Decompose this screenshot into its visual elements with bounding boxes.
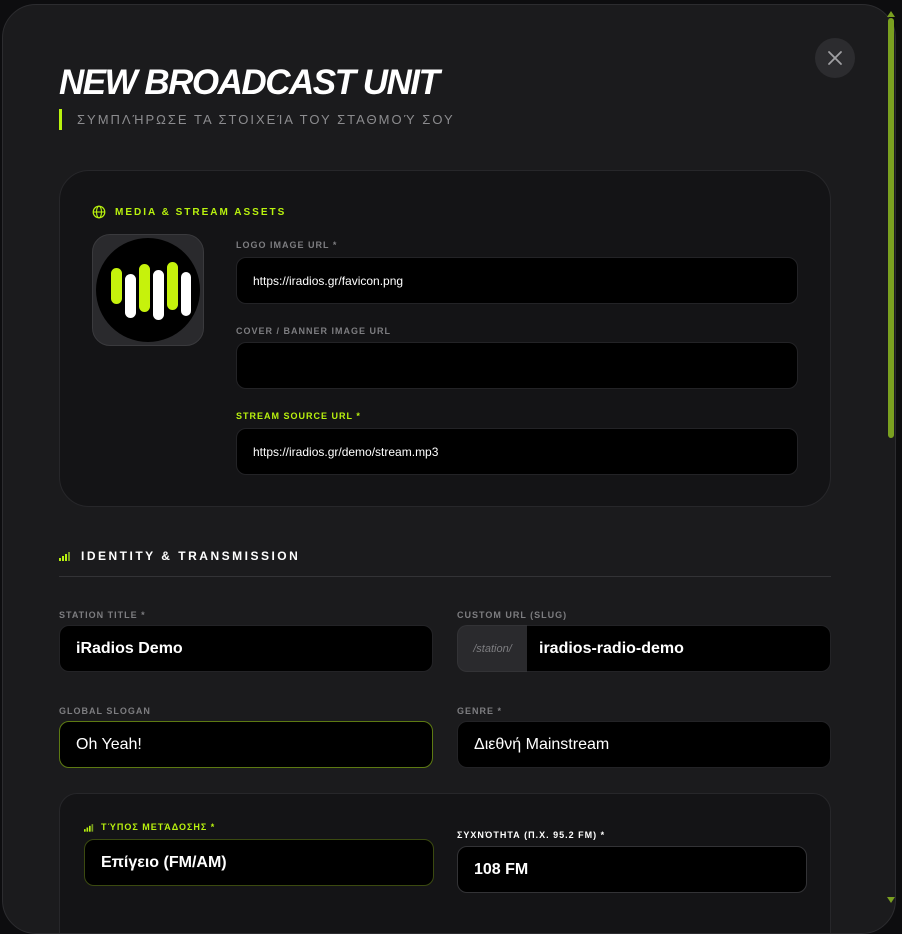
media-section-title: MEDIA & STREAM ASSETS — [115, 206, 287, 218]
transmission-type-label: ΤΎΠΟΣ ΜΕΤΆΔΟΣΗΣ * — [101, 822, 216, 832]
cover-url-input[interactable] — [236, 342, 798, 389]
slug-input[interactable]: iradios-radio-demo — [527, 625, 831, 672]
scroll-up-arrow[interactable] — [886, 10, 896, 18]
cover-url-label: COVER / BANNER IMAGE URL — [236, 326, 392, 336]
page-title: NEW BROADCAST UNIT — [59, 63, 440, 102]
station-title-label: STATION TITLE * — [59, 610, 146, 620]
station-title-input[interactable]: iRadios Demo — [59, 625, 433, 672]
slug-prefix: /station/ — [457, 625, 527, 672]
scroll-down-arrow[interactable] — [886, 896, 896, 904]
media-section-heading: MEDIA & STREAM ASSETS — [92, 205, 286, 219]
logo-url-input[interactable]: https://iradios.gr/favicon.png — [236, 257, 798, 304]
slogan-label: GLOBAL SLOGAN — [59, 706, 151, 716]
transmission-card: ΤΎΠΟΣ ΜΕΤΆΔΟΣΗΣ * Επίγειο (FM/AM) ΣΥΧΝΌΤ… — [59, 793, 831, 933]
media-assets-card: MEDIA & STREAM ASSETS LOGO IMAGE URL * h… — [59, 170, 831, 507]
close-button[interactable] — [815, 38, 855, 78]
identity-section-title: IDENTITY & TRANSMISSION — [81, 549, 301, 563]
page-subtitle: ΣΥΜΠΛΉΡΩΣΕ ΤΑ ΣΤΟΙΧΕΊΑ ΤΟΥ ΣΤΑΘΜΟΎ ΣΟΥ — [59, 109, 455, 130]
genre-select[interactable]: Διεθνή Mainstream — [457, 721, 831, 768]
transmission-type-heading: ΤΎΠΟΣ ΜΕΤΆΔΟΣΗΣ * — [84, 822, 215, 832]
scrollbar-thumb[interactable] — [888, 18, 894, 438]
frequency-input[interactable]: 108 FM — [457, 846, 807, 893]
close-icon — [828, 51, 842, 65]
logo-preview — [92, 234, 204, 346]
genre-label: GENRE * — [457, 706, 503, 716]
transmission-type-select[interactable]: Επίγειο (FM/AM) — [84, 839, 434, 886]
section-divider — [59, 576, 831, 577]
stream-url-input[interactable]: https://iradios.gr/demo/stream.mp3 — [236, 428, 798, 475]
frequency-label: ΣΥΧΝΌΤΗΤΑ (Π.Χ. 95.2 FM) * — [457, 830, 606, 840]
slogan-input[interactable]: Oh Yeah! — [59, 721, 433, 768]
station-logo-icon — [96, 238, 200, 342]
signal-icon — [59, 552, 70, 561]
broadcast-unit-modal: NEW BROADCAST UNIT ΣΥΜΠΛΉΡΩΣΕ ΤΑ ΣΤΟΙΧΕΊ… — [2, 4, 896, 934]
globe-icon — [92, 205, 106, 219]
stream-url-label: STREAM SOURCE URL * — [236, 411, 361, 421]
logo-url-label: LOGO IMAGE URL * — [236, 240, 338, 250]
signal-icon — [84, 823, 94, 832]
slug-label: CUSTOM URL (SLUG) — [457, 610, 568, 620]
triangle-up-icon — [887, 11, 895, 17]
triangle-down-icon — [887, 897, 895, 903]
identity-section-heading: IDENTITY & TRANSMISSION — [59, 549, 300, 563]
